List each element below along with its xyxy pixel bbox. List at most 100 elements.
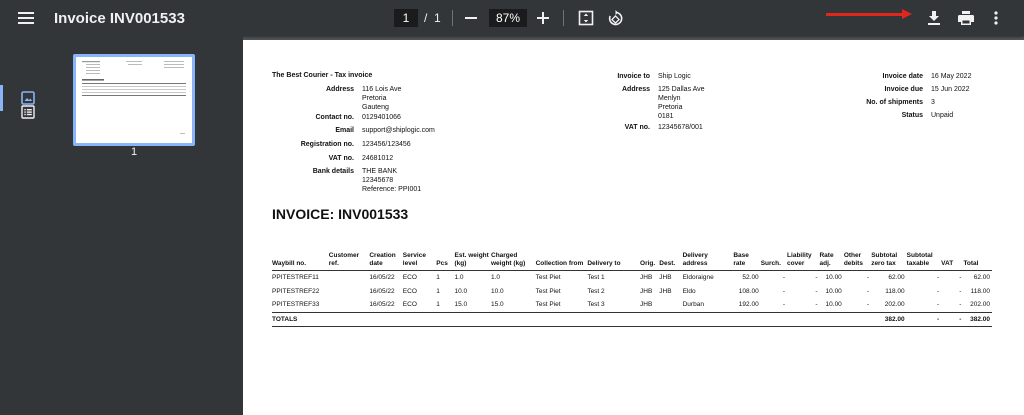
table-cell: ECO [402, 273, 417, 281]
table-cell: 118.00 [970, 287, 990, 295]
column-header: Est. weight (kg) [454, 230, 491, 271]
table-cell: 108.00 [738, 287, 759, 295]
totals-subtotal-zero-tax: 382.00 [871, 311, 907, 327]
table-cell: ECO [402, 301, 417, 309]
table-cell: - [867, 287, 870, 295]
status-value: Unpaid [931, 112, 954, 119]
to-address: Address 125 Dallas Ave Menlyn Pretoria 0… [580, 85, 705, 121]
to-address-line: Menlyn [658, 95, 681, 102]
download-icon [928, 11, 940, 25]
column-header: Pcs [436, 230, 455, 271]
zoom-in-button[interactable] [533, 0, 553, 36]
invoice-to-label: Invoice to [617, 73, 650, 80]
document-title: Invoice INV001533 [54, 9, 185, 27]
invoice-date-label: Invoice date [882, 73, 923, 80]
table-cell: - [936, 287, 940, 295]
zoom-out-button[interactable] [461, 0, 481, 36]
table-cell: - [959, 301, 962, 309]
download-button[interactable] [924, 0, 944, 36]
toolbar-divider [452, 10, 453, 26]
invoice-due-label: Invoice due [884, 86, 923, 93]
print-button[interactable] [955, 0, 977, 36]
invoice-to: Invoice to Ship Logic [580, 72, 690, 81]
pdf-page: The Best Courier - Tax invoice Address 1… [243, 40, 1024, 415]
table-cell: - [959, 273, 962, 281]
table-cell: JHB [640, 273, 653, 281]
table-row: PPITESTREF22 16/05/22 ECO 1 10.0 10.0 Te… [272, 284, 992, 298]
table-cell: 10.0 [454, 287, 468, 295]
table-cell: - [936, 301, 940, 309]
from-address-value: 116 Lois Ave Pretoria Gauteng [362, 85, 401, 112]
registration-number: Registration no. 123456/123456 [272, 140, 411, 149]
active-view-indicator [0, 85, 3, 111]
from-vat-label: VAT no. [328, 155, 354, 162]
from-address-line: 116 Lois Ave [362, 86, 402, 93]
email-value: support@shiplogic.com [362, 127, 435, 134]
fit-page-icon [578, 10, 594, 26]
invoice-due-value: 15 Jun 2022 [931, 86, 970, 93]
to-vat-value: 12345678/001 [658, 124, 703, 131]
table-row: PPITESTREF11 16/05/22 ECO 1 1.0 1.0 Test… [272, 270, 992, 284]
table-cell: 16/05/22 [369, 301, 395, 309]
totals-total: 382.00 [963, 311, 992, 327]
annotation-arrow [826, 13, 908, 16]
table-header-row: Waybill no. Customer ref. Creation date … [272, 230, 992, 271]
page-count: / 1 [424, 0, 441, 36]
invoice-title: INVOICE: INV001533 [272, 206, 409, 222]
table-cell: 118.00 [885, 287, 905, 295]
outline-view-button[interactable] [19, 103, 37, 121]
table-cell: 10.00 [825, 273, 842, 281]
page-thumbnail-preview [82, 61, 186, 134]
rotate-button[interactable] [604, 0, 626, 36]
totals-row: TOTALS 382.00 - - 382.00 [272, 311, 992, 327]
rotate-icon [608, 9, 622, 25]
invoice-status: Status Unpaid [833, 111, 954, 120]
table-cell [329, 298, 370, 312]
table-cell: 16/05/22 [369, 273, 395, 281]
bank-line: 12345678 [362, 177, 394, 184]
registration-label: Registration no. [300, 141, 354, 148]
table-cell: 10.0 [491, 287, 504, 295]
table-cell: Test Piet [535, 273, 561, 281]
outline-view-icon [21, 105, 35, 119]
page-number-input[interactable]: 1 [394, 9, 418, 27]
table-cell: Test Piet [535, 301, 561, 309]
table-cell: Test 3 [587, 301, 605, 309]
table-cell: 202.00 [884, 301, 905, 309]
column-header: Total [963, 230, 992, 271]
shipment-count: No. of shipments 3 [833, 98, 935, 107]
pdf-toolbar: Invoice INV001533 1 / 1 87% [0, 0, 1024, 36]
column-header: Service level [402, 230, 437, 271]
menu-button[interactable] [12, 0, 40, 36]
column-header: Liability cover [787, 230, 820, 271]
table-cell: - [782, 301, 786, 309]
table-cell: Durban [682, 301, 704, 309]
column-header: Base rate [733, 230, 761, 271]
column-header: Charged weight (kg) [491, 230, 536, 271]
company-heading: The Best Courier - Tax invoice [272, 72, 373, 79]
more-options-button[interactable] [988, 0, 1004, 36]
table-cell: 1 [436, 287, 440, 295]
fit-page-button[interactable] [576, 0, 596, 36]
table-cell: PPITESTREF33 [272, 301, 320, 309]
registration-value: 123456/123456 [362, 141, 411, 148]
zoom-level-input[interactable]: 87% [489, 9, 527, 27]
totals-label: TOTALS [272, 311, 872, 327]
column-header: Rate adj. [819, 230, 844, 271]
table-cell: 15.0 [491, 301, 504, 309]
table-cell [329, 284, 370, 298]
column-header: Other debits [843, 230, 872, 271]
column-header: Collection from [535, 230, 588, 271]
to-address-label: Address [621, 86, 650, 93]
thumbnail-sidebar: 1 [0, 36, 243, 415]
to-vat-number: VAT no. 12345678/001 [580, 123, 703, 132]
table-cell: JHB [640, 301, 653, 309]
table-cell: 202.00 [970, 301, 990, 309]
table-cell: - [959, 287, 962, 295]
page-thumbnail[interactable] [73, 54, 195, 146]
table-cell: JHB [640, 287, 653, 295]
table-cell: Test 1 [587, 273, 605, 281]
totals-vat: - [941, 311, 964, 327]
table-row: PPITESTREF33 16/05/22 ECO 1 15.0 15.0 Te… [272, 298, 992, 312]
contact-number: Contact no. 0129401066 [272, 113, 401, 122]
